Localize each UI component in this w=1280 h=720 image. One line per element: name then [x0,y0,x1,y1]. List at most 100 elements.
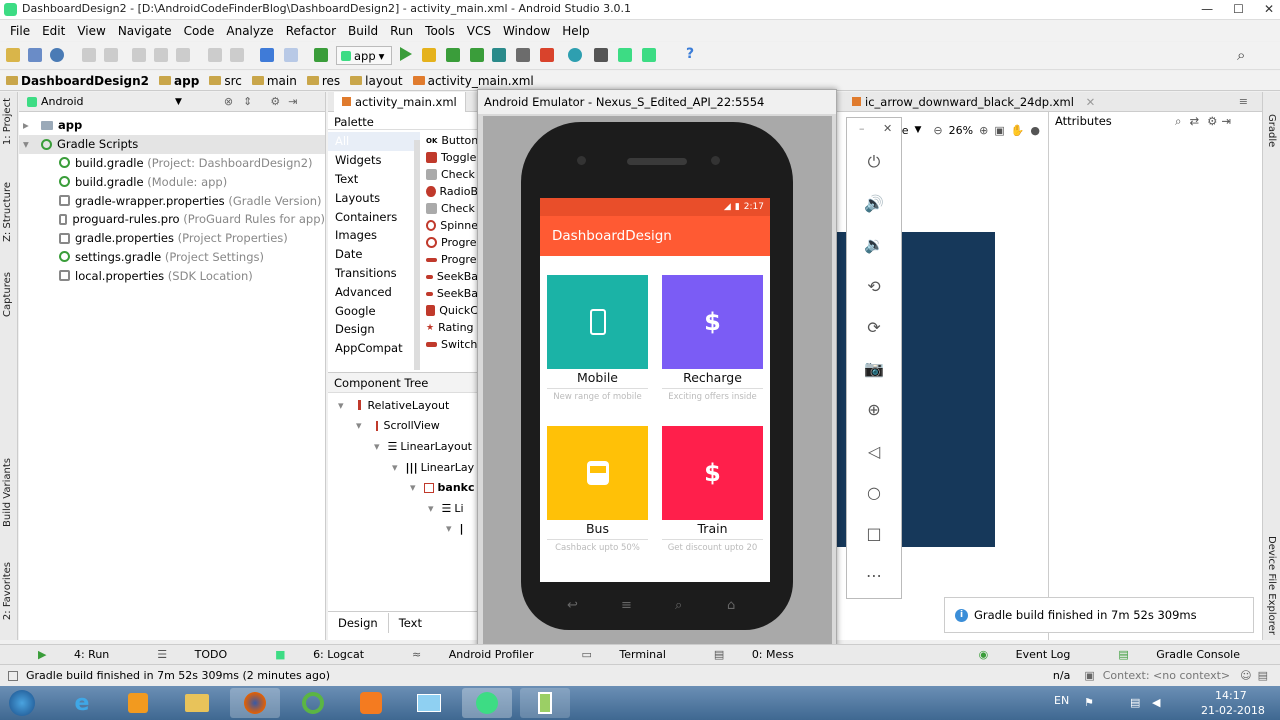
start-button[interactable] [2,688,42,718]
component-tree-node[interactable]: ▾ | [328,519,478,540]
volume-up-icon[interactable]: 🔊 [864,193,884,213]
device-monitor-icon[interactable] [642,48,656,62]
tool-tab-todo[interactable]: ☰ TODO [133,648,251,661]
attach-debugger-icon[interactable] [516,48,530,62]
taskbar-emulator[interactable] [520,688,570,718]
palette-category[interactable]: Layouts [328,188,420,207]
hide-icon[interactable]: ⇥ [1221,114,1231,128]
profile-icon[interactable] [470,48,484,62]
tool-tab-messages[interactable]: ▤ 0: Mess [690,648,818,661]
minimize-button[interactable]: — [1201,2,1213,16]
tree-item[interactable]: local.properties (SDK Location) [19,266,325,285]
device-file-explorer-tab[interactable]: Device File Explorer [1266,536,1277,635]
home-key-icon[interactable]: ⌂ [727,598,735,613]
palette-item[interactable]: OK Button [426,132,478,149]
dashboard-card-train[interactable]: $ [662,426,763,520]
rotate-right-icon[interactable]: ⟳ [864,317,884,337]
tree-item[interactable]: gradle.properties (Project Properties) [19,229,325,248]
palette-category[interactable]: Google [328,301,420,320]
apply-changes-icon[interactable] [422,48,436,62]
favorites-tool-tab[interactable]: 2: Favorites [2,562,13,620]
help-icon[interactable]: ? [686,46,700,62]
menu-code[interactable]: Code [178,24,221,38]
avd-manager-icon[interactable] [594,48,608,62]
more-icon[interactable]: ⋯ [864,565,884,585]
breadcrumb-item[interactable]: res [306,74,346,88]
component-tree-node[interactable]: ▾ bankc [328,477,478,498]
close-button[interactable]: ✕ [1264,2,1274,16]
tool-tab-run[interactable]: ▶ 4: Run [0,648,133,661]
tray-flag-icon[interactable]: ⚑ [1084,696,1094,709]
home-icon[interactable]: ○ [864,482,884,502]
warning-icon[interactable]: ● [1030,124,1040,137]
phone-screen[interactable]: ◢ ▮ 2:17 DashboardDesign Mobile New range … [540,198,770,582]
menu-vcs[interactable]: VCS [461,24,497,38]
palette-category[interactable]: Widgets [328,151,420,170]
back-key-icon[interactable]: ↩ [567,598,578,613]
lock-icon[interactable]: ▣ [1084,669,1094,682]
back-icon[interactable] [260,48,274,62]
menu-file[interactable]: File [4,24,36,38]
taskbar-explorer[interactable] [172,688,222,718]
gradle-sync-icon[interactable] [568,48,582,62]
stop-icon[interactable] [540,48,554,62]
swap-icon[interactable]: ⇄ [1189,114,1199,128]
tab-text[interactable]: Text [389,613,432,633]
build-variants-tool-tab[interactable]: Build Variants [2,458,13,527]
rotate-left-icon[interactable]: ⟲ [864,276,884,296]
chevron-down-icon[interactable]: ▼ [915,125,922,135]
taskbar-ie[interactable]: e [57,688,107,718]
cut-icon[interactable] [132,48,146,62]
inspector-icon[interactable]: ☺ [1240,669,1251,682]
find-icon[interactable] [208,48,222,62]
captures-tool-tab[interactable]: Captures [2,272,13,317]
taskbar-android-studio[interactable] [462,688,512,718]
tool-tab-profiler[interactable]: ≈ Android Profiler [388,648,557,661]
palette-category[interactable]: Date [328,245,420,264]
palette-item[interactable]: Spinne [426,217,478,234]
paste-icon[interactable] [176,48,190,62]
tool-tab-gradle-console[interactable]: ▤ Gradle Console [1094,648,1280,661]
component-tree-node[interactable]: ▾ ☰ Li [328,498,478,519]
palette-item[interactable]: Check [426,166,478,183]
menu-tools[interactable]: Tools [419,24,461,38]
tree-item[interactable]: gradle-wrapper.properties (Gradle Versio… [19,191,325,210]
palette-item[interactable]: QuickC [426,302,478,319]
tree-item[interactable]: build.gradle (Project: DashboardDesign2) [19,154,325,173]
palette-item[interactable]: RadioB [426,183,478,200]
palette-item[interactable]: Switch [426,336,478,353]
tab-ic-arrow-downward[interactable]: ic_arrow_downward_black_24dp.xml ✕ [844,92,1103,112]
component-tree-node[interactable]: ▾ ScrollView [328,416,478,437]
palette-item[interactable]: SeekBa [426,285,478,302]
breadcrumb-item[interactable]: app [159,74,205,88]
maximize-button[interactable]: ☐ [1233,2,1244,16]
input-language[interactable]: EN [1054,694,1069,707]
tree-item[interactable]: build.gradle (Module: app) [19,172,325,191]
tree-item-app[interactable]: ▸ app [19,116,325,135]
close-icon[interactable]: ✕ [1086,95,1096,109]
event-indicator-icon[interactable]: ▤ [1258,669,1268,682]
palette-scrollbar[interactable] [414,140,420,370]
breadcrumb-item[interactable]: layout [350,74,408,88]
make-project-icon[interactable] [314,48,328,62]
gear-icon[interactable]: ⚙ [270,95,280,108]
search-icon[interactable]: ⌕ [1175,114,1181,129]
close-icon[interactable]: ✕ [883,122,892,135]
tab-activity-main[interactable]: activity_main.xml [334,92,466,112]
run-config-select[interactable]: app ▾ [336,46,392,65]
power-icon[interactable]: ⏻ [864,152,884,172]
palette-item[interactable]: Progre [426,251,478,268]
menu-run[interactable]: Run [384,24,419,38]
camera-icon[interactable]: 📷 [864,358,884,378]
tool-tab-event-log[interactable]: ◉ Event Log [955,648,1095,661]
menu-edit[interactable]: Edit [36,24,71,38]
redo-icon[interactable] [104,48,118,62]
forward-icon[interactable] [284,48,298,62]
palette-category[interactable]: Advanced [328,282,420,301]
clock-date[interactable]: 21-02-2018 [1201,704,1265,717]
menu-help[interactable]: Help [556,24,595,38]
palette-item[interactable]: Progre [426,234,478,251]
component-tree-node[interactable]: ▾ ☰ LinearLayout [328,436,478,457]
taskbar-app2[interactable] [404,688,454,718]
search-key-icon[interactable]: ⌕ [675,598,682,613]
